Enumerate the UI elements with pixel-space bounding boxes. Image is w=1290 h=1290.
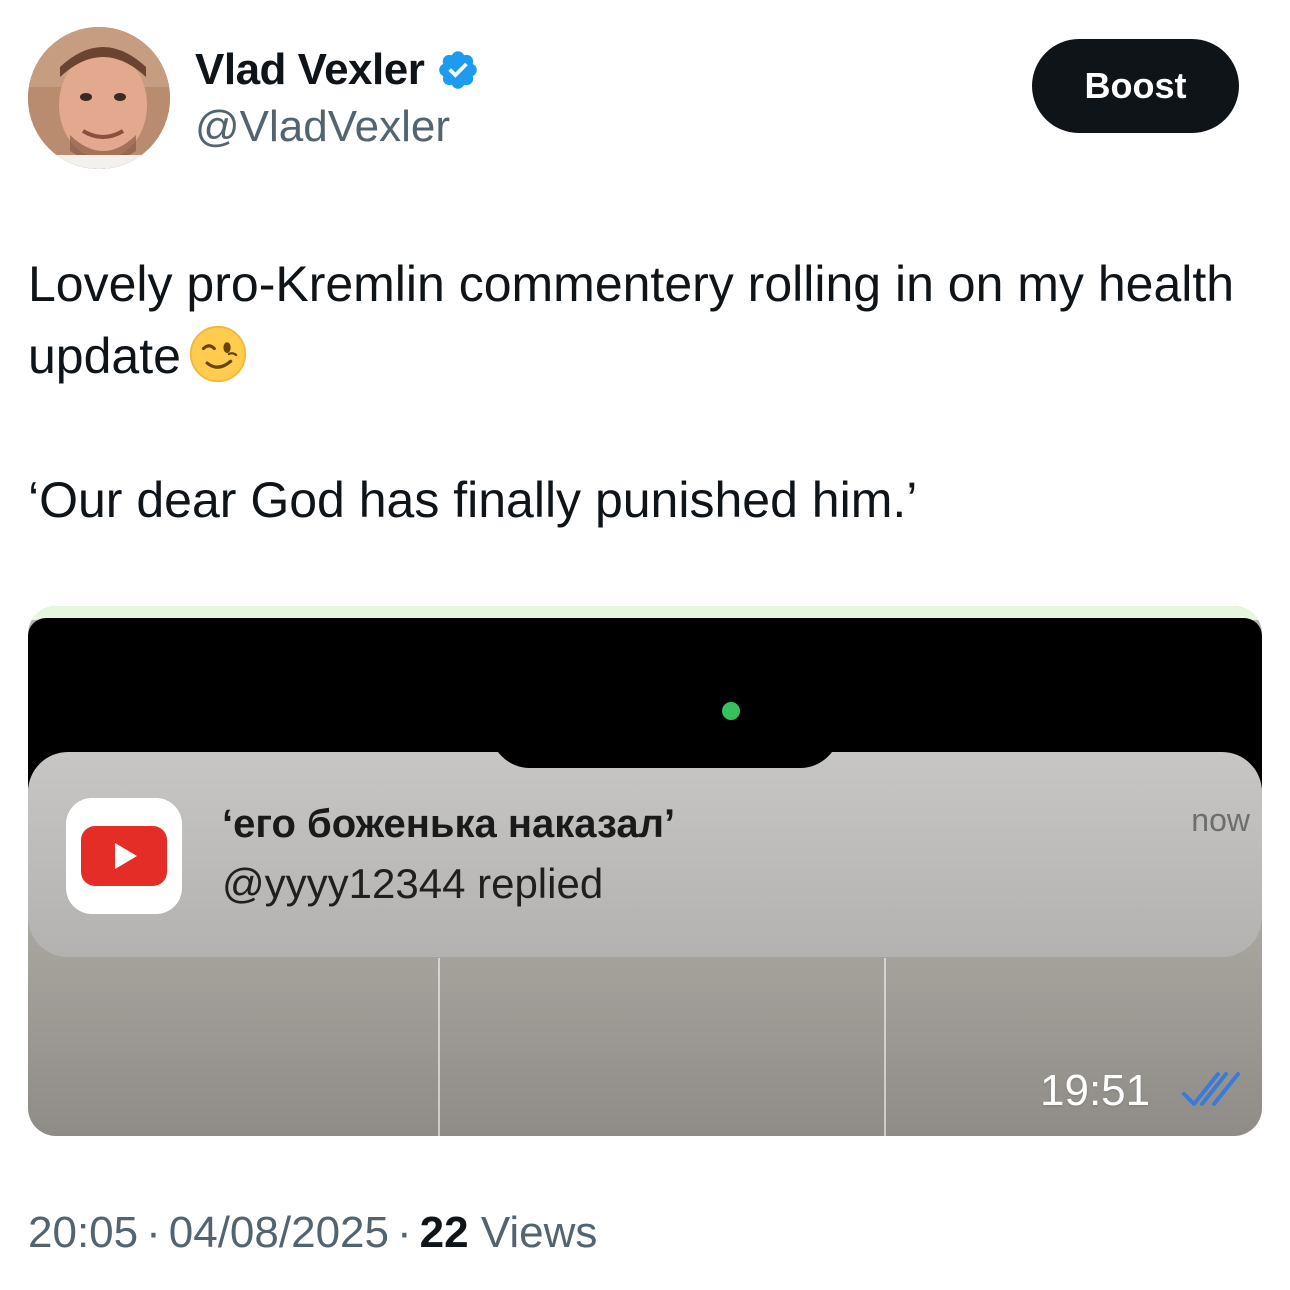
author-handle[interactable]: @VladVexler (195, 102, 450, 152)
background-divider (884, 958, 886, 1136)
tweet-line: Lovely pro-Kremlin commentery rolling in… (28, 248, 1258, 392)
tweet-meta: 20:05 · 04/08/2025 · 22 Views (28, 1208, 597, 1258)
background-divider (438, 958, 440, 1136)
meta-separator: · (146, 1208, 161, 1257)
tweet-date[interactable]: 04/08/2025 (169, 1208, 389, 1257)
views-label: Views (480, 1208, 598, 1257)
double-check-icon (1182, 1072, 1240, 1106)
tweet-quote: ‘Our dear God has finally punished him.’ (28, 472, 918, 528)
notification-title: ‘его боженька наказал’ (222, 802, 676, 846)
meta-separator: · (396, 1208, 412, 1257)
message-time: 19:51 (1040, 1066, 1151, 1115)
author-name-row: Vlad Vexler (195, 40, 480, 100)
notification-time: now (1191, 802, 1250, 838)
notification-subtitle: @yyyy12344 replied (222, 860, 604, 907)
views-count[interactable]: 22 (420, 1208, 469, 1257)
author-avatar[interactable] (28, 27, 170, 169)
winking-face-emoji-icon (189, 325, 247, 383)
tweet-time[interactable]: 20:05 (28, 1208, 138, 1257)
camera-indicator-dot (722, 702, 740, 720)
author-display-name[interactable]: Vlad Vexler (195, 45, 425, 95)
tweet-text: Lovely pro-Kremlin commentery rolling in… (28, 248, 1258, 536)
verified-badge-icon[interactable] (436, 48, 480, 92)
push-notification: ‘его боженька наказал’ @yyyy12344 replie… (28, 752, 1262, 957)
avatar-image (28, 27, 170, 169)
dynamic-island (490, 726, 840, 768)
boost-button[interactable]: Boost (1032, 39, 1239, 133)
youtube-icon (66, 798, 182, 914)
tweet-media-image[interactable]: ‘его боженька наказал’ @yyyy12344 replie… (28, 606, 1262, 1136)
